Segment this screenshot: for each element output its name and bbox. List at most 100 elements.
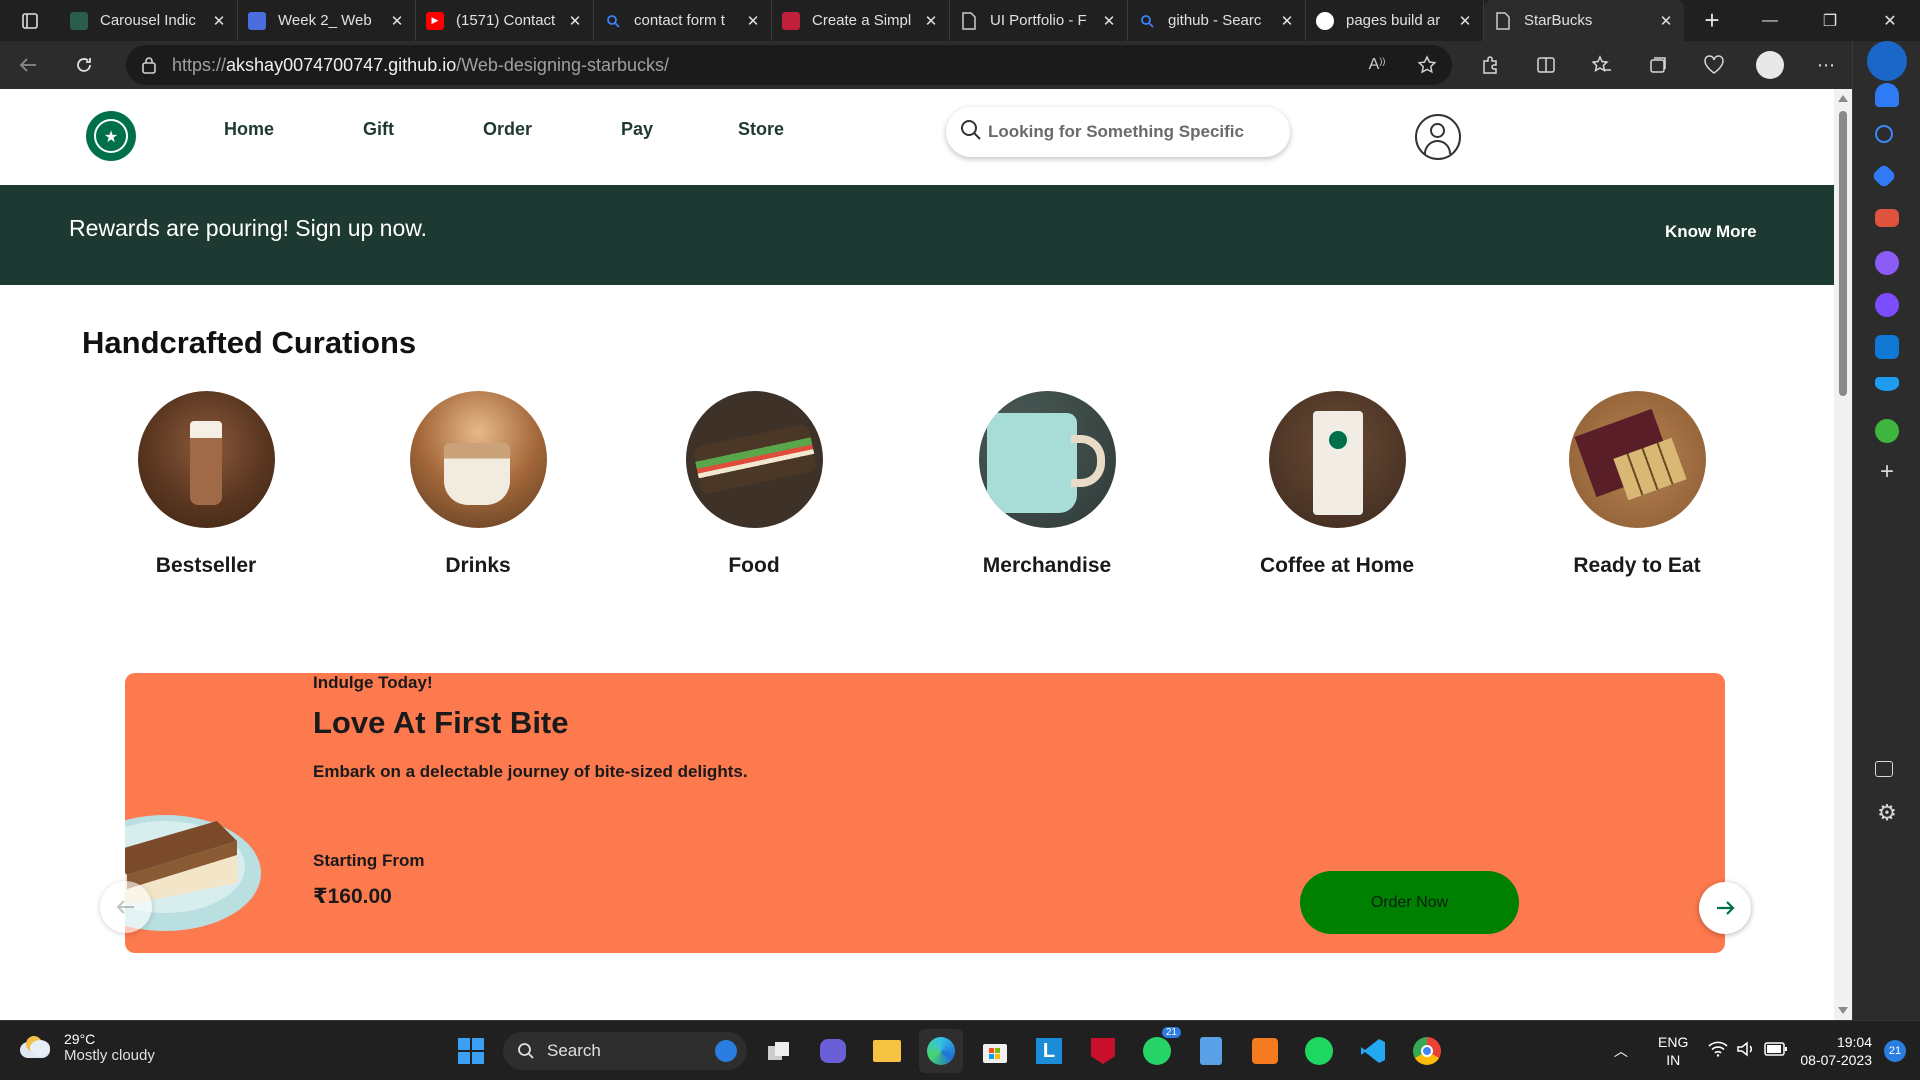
games-icon[interactable] bbox=[1875, 251, 1899, 275]
browser-tab[interactable]: UI Portfolio - F ✕ bbox=[950, 0, 1128, 41]
send-icon[interactable] bbox=[1875, 377, 1899, 391]
scroll-down-icon[interactable] bbox=[1838, 1007, 1848, 1014]
curation-bestseller[interactable]: Bestseller bbox=[96, 391, 316, 578]
nav-gift[interactable]: Gift bbox=[363, 119, 394, 140]
clock[interactable]: 19:04 08-07-2023 bbox=[1800, 1033, 1872, 1069]
browser-tab[interactable]: ▶ (1571) Contact ✕ bbox=[416, 0, 594, 41]
close-icon[interactable]: ✕ bbox=[1658, 12, 1674, 30]
search-icon bbox=[518, 1043, 534, 1059]
restore-icon[interactable]: ❐ bbox=[1800, 0, 1860, 41]
new-tab-icon[interactable]: + bbox=[1692, 5, 1732, 36]
outlook-icon[interactable] bbox=[1875, 335, 1899, 359]
collections-icon[interactable] bbox=[1630, 55, 1686, 75]
spotify-icon[interactable] bbox=[1297, 1029, 1341, 1073]
more-menu-icon[interactable]: ⋯ bbox=[1798, 55, 1854, 76]
carousel-prev-button[interactable] bbox=[100, 881, 152, 933]
curation-ready-to-eat[interactable]: Ready to Eat bbox=[1527, 391, 1747, 578]
microsoft-store-icon[interactable] bbox=[973, 1029, 1017, 1073]
curation-merchandise[interactable]: Merchandise bbox=[937, 391, 1157, 578]
close-window-icon[interactable]: ✕ bbox=[1860, 0, 1920, 41]
nav-store[interactable]: Store bbox=[738, 119, 784, 140]
battery-icon[interactable] bbox=[1764, 1041, 1788, 1061]
sidebar-toggle-icon[interactable] bbox=[1875, 761, 1893, 777]
refresh-icon[interactable] bbox=[64, 45, 104, 85]
copilot-icon[interactable] bbox=[1875, 293, 1899, 317]
tools-briefcase-icon[interactable] bbox=[1875, 209, 1899, 227]
vscode-icon[interactable] bbox=[1351, 1029, 1395, 1073]
extensions-icon[interactable] bbox=[1462, 55, 1518, 75]
search-input[interactable] bbox=[988, 122, 1248, 142]
tab-title: UI Portfolio - F bbox=[990, 12, 1087, 29]
browser-tab[interactable]: Carousel Indic ✕ bbox=[60, 0, 238, 41]
settings-gear-icon[interactable]: ⚙ bbox=[1875, 801, 1899, 825]
lock-icon[interactable] bbox=[126, 56, 172, 74]
notification-center-icon[interactable]: 21 bbox=[1884, 1040, 1906, 1062]
browser-tab[interactable]: github - Searc ✕ bbox=[1128, 0, 1306, 41]
carousel-next-button[interactable] bbox=[1699, 882, 1751, 934]
notepad-icon[interactable] bbox=[1189, 1029, 1233, 1073]
mcafee-icon[interactable] bbox=[1081, 1029, 1125, 1073]
whatsapp-icon[interactable]: 21 bbox=[1135, 1027, 1181, 1073]
read-aloud-icon[interactable]: A)) bbox=[1352, 56, 1402, 74]
curation-food[interactable]: Food bbox=[644, 391, 864, 578]
edge-browser-icon[interactable] bbox=[919, 1029, 963, 1073]
task-view-icon[interactable] bbox=[757, 1029, 801, 1073]
nav-order[interactable]: Order bbox=[483, 119, 532, 140]
account-icon[interactable] bbox=[1415, 114, 1461, 160]
nav-pay[interactable]: Pay bbox=[621, 119, 653, 140]
order-now-button[interactable]: Order Now bbox=[1300, 871, 1519, 934]
browser-tab[interactable]: Week 2_ Web ✕ bbox=[238, 0, 416, 41]
browser-tab[interactable]: Create a Simpl ✕ bbox=[772, 0, 950, 41]
browser-tab[interactable]: contact form t ✕ bbox=[594, 0, 772, 41]
favorites-icon[interactable] bbox=[1574, 55, 1630, 75]
window-controls: — ❐ ✕ bbox=[1740, 0, 1920, 41]
volume-icon[interactable] bbox=[1736, 1040, 1756, 1062]
back-icon[interactable] bbox=[8, 45, 48, 85]
drop-icon[interactable] bbox=[1875, 419, 1899, 443]
close-icon[interactable]: ✕ bbox=[923, 12, 939, 30]
address-bar[interactable]: https://akshay0074700747.github.io/Web-d… bbox=[126, 45, 1452, 85]
profile-avatar[interactable] bbox=[1756, 51, 1784, 79]
tab-actions-icon[interactable] bbox=[0, 0, 60, 41]
search-icon[interactable] bbox=[1875, 125, 1893, 143]
taskbar-search[interactable]: Search bbox=[503, 1032, 747, 1070]
minimize-icon[interactable]: — bbox=[1740, 0, 1800, 41]
teams-chat-icon[interactable] bbox=[811, 1029, 855, 1073]
close-icon[interactable]: ✕ bbox=[1457, 12, 1473, 30]
close-icon[interactable]: ✕ bbox=[211, 12, 227, 30]
l-app-icon[interactable]: L bbox=[1027, 1029, 1071, 1073]
performance-icon[interactable] bbox=[1686, 55, 1742, 75]
close-icon[interactable]: ✕ bbox=[745, 12, 761, 30]
chevron-up-icon[interactable]: ︿ bbox=[1614, 1041, 1628, 1061]
close-icon[interactable]: ✕ bbox=[389, 12, 405, 30]
whatsapp-badge: 21 bbox=[1161, 1027, 1181, 1038]
close-icon[interactable]: ✕ bbox=[1101, 12, 1117, 30]
curation-drinks[interactable]: Drinks bbox=[368, 391, 588, 578]
close-icon[interactable]: ✕ bbox=[567, 12, 583, 30]
browser-tab-active[interactable]: StarBucks ✕ bbox=[1484, 0, 1684, 41]
language-indicator[interactable]: ENG IN bbox=[1658, 1033, 1688, 1069]
bing-icon[interactable] bbox=[1867, 41, 1907, 81]
starbucks-logo[interactable]: ★ bbox=[86, 111, 136, 161]
nav-home[interactable]: Home bbox=[224, 119, 274, 140]
docs-icon bbox=[248, 11, 266, 30]
windows-start-icon[interactable] bbox=[449, 1029, 493, 1073]
weather-widget[interactable]: 29°C Mostly cloudy bbox=[20, 1031, 155, 1064]
close-icon[interactable]: ✕ bbox=[1279, 12, 1295, 30]
search-icon bbox=[960, 119, 982, 146]
browser-tab[interactable]: pages build ar ✕ bbox=[1306, 0, 1484, 41]
split-screen-icon[interactable] bbox=[1518, 55, 1574, 75]
launcher-icon[interactable] bbox=[1243, 1029, 1287, 1073]
notification-bell-icon[interactable] bbox=[1875, 83, 1899, 107]
know-more-link[interactable]: Know More bbox=[1665, 222, 1757, 242]
wifi-icon[interactable] bbox=[1708, 1041, 1728, 1062]
scroll-thumb[interactable] bbox=[1839, 111, 1847, 396]
shopping-tag-icon[interactable] bbox=[1871, 163, 1897, 189]
scroll-up-icon[interactable] bbox=[1838, 95, 1848, 102]
favorite-star-icon[interactable] bbox=[1402, 55, 1452, 75]
page-scrollbar[interactable] bbox=[1834, 89, 1852, 1020]
curation-coffee-at-home[interactable]: Coffee at Home bbox=[1227, 391, 1447, 578]
chrome-icon[interactable] bbox=[1405, 1029, 1449, 1073]
file-explorer-icon[interactable] bbox=[865, 1029, 909, 1073]
add-icon[interactable]: + bbox=[1875, 460, 1899, 485]
